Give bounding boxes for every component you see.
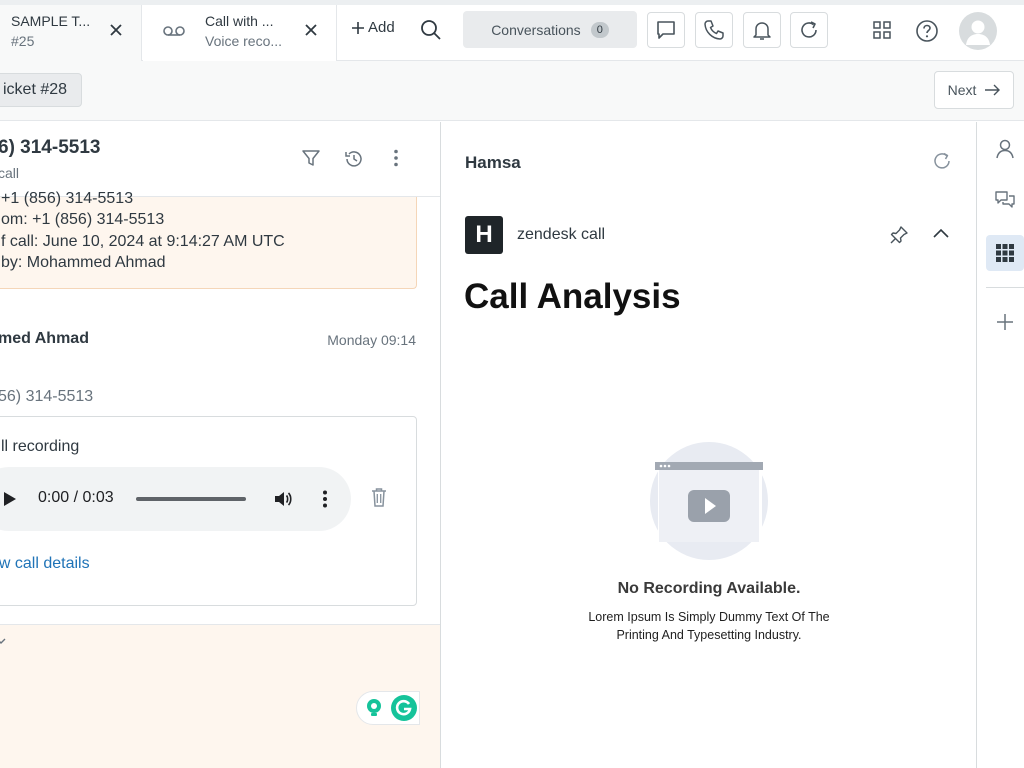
user-icon <box>959 12 997 50</box>
note-line: +1 (856) 314-5513 <box>1 190 134 207</box>
phone-icon <box>703 19 725 41</box>
audio-player: 0:00 / 0:03 <box>0 467 351 531</box>
empty-state-illustration <box>650 442 768 560</box>
message-timestamp: Monday 09:14 <box>327 332 416 348</box>
voicemail-icon <box>163 25 185 37</box>
message-author: med Ahmad <box>0 330 89 347</box>
plus-icon <box>996 313 1014 331</box>
avatar[interactable] <box>959 12 997 50</box>
chevron-down-icon[interactable] <box>0 637 6 645</box>
note-line: f call: June 10, 2024 at 9:14:27 AM UTC <box>1 233 285 250</box>
empty-state-description: Lorem Ipsum Is Simply Dummy Text Of The … <box>588 610 830 642</box>
show-call-details-link[interactable]: ow call details <box>0 555 90 573</box>
pin-icon[interactable] <box>889 225 909 245</box>
close-icon[interactable] <box>109 23 123 37</box>
conversation-title: 6) 314-5513 <box>0 137 101 158</box>
volume-icon[interactable] <box>273 489 293 509</box>
grammarly-widget[interactable] <box>356 691 420 725</box>
call-recording-card: ll recording 0:00 / 0:03 ow call details <box>0 416 417 606</box>
chat-icon <box>655 19 677 41</box>
seek-slider[interactable] <box>136 497 246 501</box>
note-line: om: +1 (856) 314-5513 <box>1 211 165 228</box>
rail-divider <box>986 287 1024 288</box>
conversation-panel: 6) 314-5513 call +1 (856) 314-5513 om: +… <box>0 122 441 768</box>
close-icon[interactable] <box>304 23 318 37</box>
page-title: Call Analysis <box>464 277 681 316</box>
conversations-button[interactable]: Conversations 0 <box>463 11 637 48</box>
conversation-bubbles-icon <box>994 189 1016 211</box>
rail-conversations-button[interactable] <box>986 182 1024 218</box>
note-line: by: Mohammed Ahmad <box>1 254 166 271</box>
reply-composer[interactable] <box>0 624 440 768</box>
ticket-breadcrumb[interactable]: icket #28 <box>0 73 83 107</box>
lightbulb-icon[interactable] <box>363 697 385 719</box>
app-panel-title: Hamsa <box>465 153 521 172</box>
arrow-right-icon <box>984 84 1001 96</box>
call-info-note: +1 (856) 314-5513 om: +1 (856) 314-5513 … <box>0 190 417 289</box>
grammarly-icon[interactable] <box>390 694 418 722</box>
add-button[interactable]: Add <box>352 19 395 36</box>
user-icon <box>994 138 1016 160</box>
play-icon[interactable] <box>3 491 17 507</box>
add-label: Add <box>368 19 395 36</box>
tab-title: SAMPLE T... <box>11 13 91 29</box>
app-name: zendesk call <box>517 226 606 243</box>
refresh-icon[interactable] <box>932 151 952 171</box>
search-icon[interactable] <box>420 19 442 41</box>
chevron-up-icon[interactable] <box>932 227 950 239</box>
tab-ticket-25[interactable]: SAMPLE T... #25 <box>0 5 142 61</box>
conversations-count-badge: 0 <box>590 21 609 38</box>
refresh-icon <box>798 19 820 41</box>
player-time: 0:00 / 0:03 <box>38 489 114 506</box>
empty-state-title: No Recording Available. <box>617 580 801 597</box>
phone-button[interactable] <box>695 12 733 48</box>
context-rail <box>976 122 1024 768</box>
conversation-header: 6) 314-5513 call <box>0 122 440 197</box>
rail-add-button[interactable] <box>986 304 1024 340</box>
tab-call[interactable]: Call with ... Voice reco... <box>143 5 337 61</box>
conversation-subtitle: call <box>0 165 20 181</box>
top-bar: SAMPLE T... #25 Call with ... Voice reco… <box>0 0 1024 61</box>
tab-subtitle: #25 <box>11 33 35 49</box>
apps-grid-icon <box>995 243 1015 263</box>
plus-icon <box>352 21 364 34</box>
refresh-button[interactable] <box>790 12 828 48</box>
history-icon[interactable] <box>343 148 365 170</box>
tab-title: Call with ... <box>205 13 274 29</box>
recording-title: ll recording <box>1 438 80 455</box>
player-more-icon[interactable] <box>315 489 335 509</box>
next-label: Next <box>947 82 977 98</box>
trash-icon[interactable] <box>371 487 387 507</box>
more-options-icon[interactable] <box>386 148 406 168</box>
conversations-label: Conversations <box>491 21 581 38</box>
app-panel: Hamsa H zendesk call Call Analysis No Re… <box>442 122 976 768</box>
tab-subtitle: Voice reco... <box>205 33 283 49</box>
notifications-button[interactable] <box>743 12 781 48</box>
bell-icon <box>751 19 773 41</box>
next-button[interactable]: Next <box>934 71 1014 109</box>
help-icon[interactable] <box>915 19 939 43</box>
ticket-bar: icket #28 Next <box>0 61 1024 121</box>
message-phone: 56) 314-5513 <box>0 388 94 405</box>
chat-button[interactable] <box>647 12 685 48</box>
apps-grid-icon[interactable] <box>871 19 893 41</box>
rail-user-button[interactable] <box>986 131 1024 167</box>
rail-apps-button[interactable] <box>986 235 1024 271</box>
app-logo: H <box>465 216 503 254</box>
filter-icon[interactable] <box>301 148 321 168</box>
